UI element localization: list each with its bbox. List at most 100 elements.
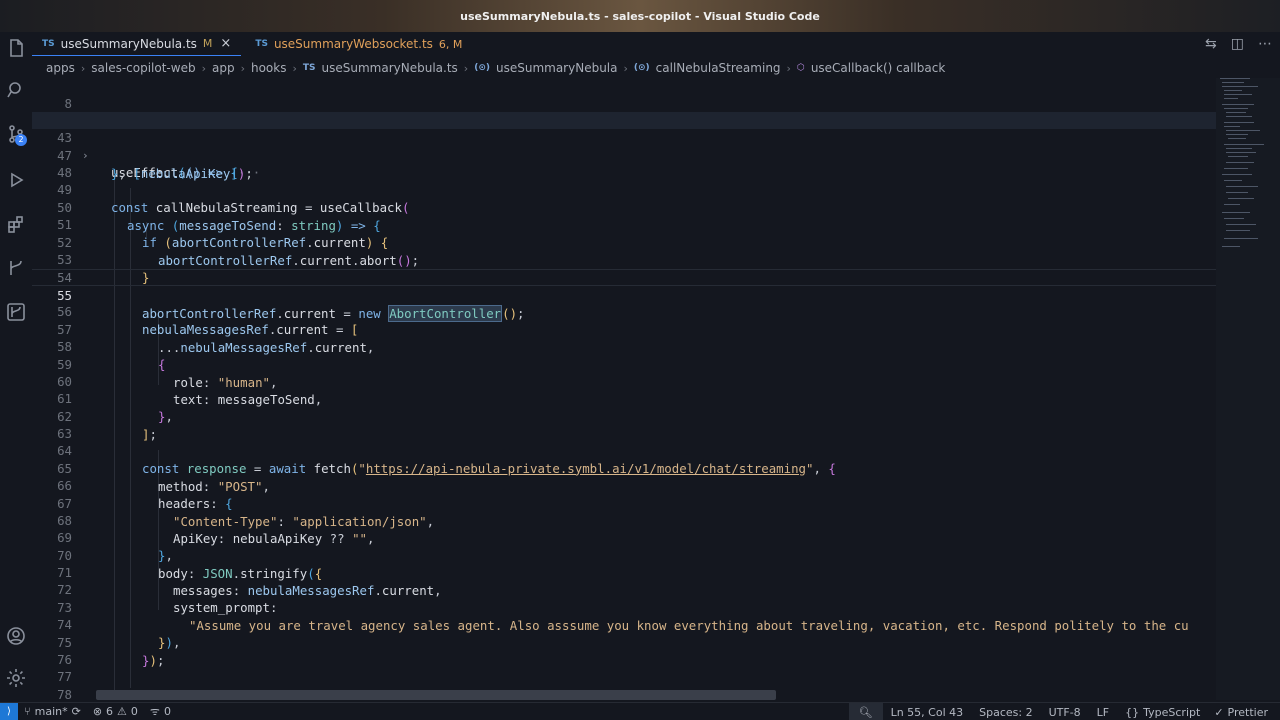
window-title: useSummaryNebula.ts - sales-copilot - Vi… (460, 9, 820, 23)
run-debug-icon[interactable] (0, 164, 32, 196)
code-line: 8 export const useSummaryNebula = ({ (64, 96, 350, 128)
tab-use-summary-websocket[interactable]: TS useSummaryWebsocket.ts 6, M (245, 32, 472, 56)
code-line: 72 system_prompt: (57, 582, 278, 615)
code-line: 51 if (abortControllerRef.current) { (57, 217, 389, 250)
zoom-icon[interactable]: 🔍︎ (848, 703, 883, 720)
git-graph-icon[interactable] (0, 252, 32, 284)
title-bar: useSummaryNebula.ts - sales-copilot - Vi… (0, 0, 1280, 32)
ports-indicator[interactable]: ᯤ 0 (144, 704, 177, 719)
code-line: 66 headers: { (57, 478, 233, 511)
code-line: 48 (57, 165, 72, 181)
search-icon[interactable] (0, 74, 32, 106)
braces-icon: {} (1125, 705, 1140, 719)
error-count: 6 (106, 705, 114, 718)
code-line: 52 abortControllerRef.current.abort(); (57, 235, 420, 268)
code-line: 43 › useEffect(() => {··· (32, 112, 1216, 180)
breadcrumb-separator: › (292, 61, 297, 75)
open-changes-icon[interactable]: ⇆ (1205, 36, 1217, 52)
encoding[interactable]: UTF-8 (1041, 706, 1089, 719)
editor-actions: ⇆ ◫ ⋯ (1205, 32, 1272, 56)
code-line: 68 ApiKey: nebulaApiKey ?? "", (57, 513, 375, 546)
git-branch-icon: ⑂ (24, 705, 31, 718)
typescript-file-icon: TS (302, 63, 316, 73)
formatter[interactable]: ✓ Prettier (1208, 706, 1274, 719)
breadcrumb-item[interactable]: hooks (251, 61, 287, 75)
problems-indicator[interactable]: ⊗ 6 ⚠ 0 (87, 705, 144, 718)
code-line: 74 }), (57, 617, 181, 650)
git-history-icon[interactable] (0, 296, 32, 328)
code-line: 78 }, (57, 687, 72, 700)
code-editor[interactable]: 8 export const useSummaryNebula = ({ 42 … (32, 78, 1216, 700)
branch-indicator[interactable]: ⑂ main* ⟳ (18, 705, 87, 718)
close-icon[interactable]: × (220, 36, 231, 51)
error-icon: ⊗ (92, 705, 103, 718)
check-icon: ✓ (1214, 705, 1224, 719)
minimap[interactable] (1216, 78, 1280, 700)
account-icon[interactable] (0, 620, 32, 652)
cursor-position[interactable]: Ln 55, Col 43 (883, 706, 972, 719)
tab-label: useSummaryNebula.ts (60, 36, 197, 51)
code-line: 59 role: "human", (57, 357, 278, 390)
branch-name: main* (34, 705, 68, 718)
end-of-line[interactable]: LF (1089, 706, 1117, 719)
code-line: 60 text: messageToSend, (57, 374, 323, 407)
code-line: 67 "Content-Type": "application/json", (57, 496, 435, 529)
tab-problems-indicator: 6, M (438, 37, 463, 51)
horizontal-scrollbar[interactable] (96, 690, 776, 700)
code-line: 69 }, (57, 530, 173, 563)
code-line: 70 body: JSON.stringify({ (57, 548, 323, 581)
settings-gear-icon[interactable] (0, 662, 32, 694)
split-editor-icon[interactable]: ◫ (1231, 36, 1244, 52)
breadcrumb-separator: › (80, 61, 86, 75)
code-line: 65 method: "POST", (57, 461, 270, 494)
code-line: 53 } (57, 252, 150, 285)
more-actions-icon[interactable]: ⋯ (1258, 36, 1272, 52)
tab-use-summary-nebula[interactable]: TS useSummaryNebula.ts M × (32, 32, 242, 56)
method-symbol-icon: ⬡ (796, 63, 805, 73)
status-bar: ⟩ ⑂ main* ⟳ ⊗ 6 ⚠ 0 ᯤ 0 🔍︎ Ln 55, Col 43… (0, 702, 1280, 720)
scm-badge: 2 (15, 134, 27, 146)
code-line: 49 const callNebulaStreaming = useCallba… (57, 182, 410, 215)
source-control-icon[interactable]: 2 (0, 118, 32, 150)
sync-icon[interactable]: ⟳ (72, 705, 81, 718)
breadcrumb-item[interactable]: app (212, 61, 235, 75)
language-mode[interactable]: {} TypeScript (1117, 706, 1208, 719)
code-line: 64 const response = await fetch("https:/… (57, 443, 836, 476)
ports-count: 0 (163, 705, 171, 718)
code-line: 56 nebulaMessagesRef.current = [ (57, 304, 359, 337)
breadcrumb-symbol[interactable]: callNebulaStreaming (656, 61, 781, 75)
code-line: 58 { (57, 339, 166, 372)
breadcrumb-separator: › (463, 61, 469, 75)
variable-symbol-icon: (⊙) (474, 63, 490, 73)
breadcrumb-symbol[interactable]: useSummaryNebula (496, 61, 618, 75)
breadcrumb-item[interactable]: sales-copilot-web (91, 61, 195, 75)
indentation[interactable]: Spaces: 2 (971, 706, 1040, 719)
code-line: 71 messages: nebulaMessagesRef.current, (57, 565, 442, 598)
code-line: 61 }, (57, 391, 173, 424)
code-line: 50 async (messageToSend: string) => { (57, 200, 381, 233)
breadcrumb-separator: › (201, 61, 206, 75)
breadcrumb-file[interactable]: useSummaryNebula.ts (322, 61, 458, 75)
code-line: 62 ]; (57, 409, 157, 442)
radio-tower-icon: ᯤ (149, 705, 160, 718)
breadcrumb-separator: › (623, 61, 628, 75)
typescript-file-icon: TS (255, 39, 268, 49)
editor-tabs: TS useSummaryNebula.ts M × TS useSummary… (32, 32, 1280, 56)
breadcrumb-separator: › (786, 61, 791, 75)
code-line: 42 (32, 95, 1216, 128)
breadcrumb-item[interactable]: apps (46, 61, 75, 75)
breadcrumb: apps › sales-copilot-web › app › hooks ›… (46, 58, 945, 78)
extensions-icon[interactable] (0, 208, 32, 240)
remote-indicator-icon[interactable]: ⟩ (0, 702, 18, 720)
breadcrumb-symbol[interactable]: useCallback() callback (811, 61, 945, 75)
tab-modified-indicator: M (202, 37, 213, 50)
code-line-current: 55 abortControllerRef.current = new Abor… (32, 269, 1216, 322)
code-line: 77 return response; (57, 669, 261, 700)
tab-label: useSummaryWebsocket.ts (273, 37, 433, 51)
code-line: 76 (57, 652, 72, 668)
code-line: 75 }); (57, 635, 165, 668)
warning-icon: ⚠ (117, 705, 127, 718)
code-line: 57 ...nebulaMessagesRef.current, (57, 322, 375, 355)
code-line: 73 "Assume you are travel agency sales a… (57, 600, 1189, 633)
explorer-icon[interactable] (0, 32, 32, 64)
